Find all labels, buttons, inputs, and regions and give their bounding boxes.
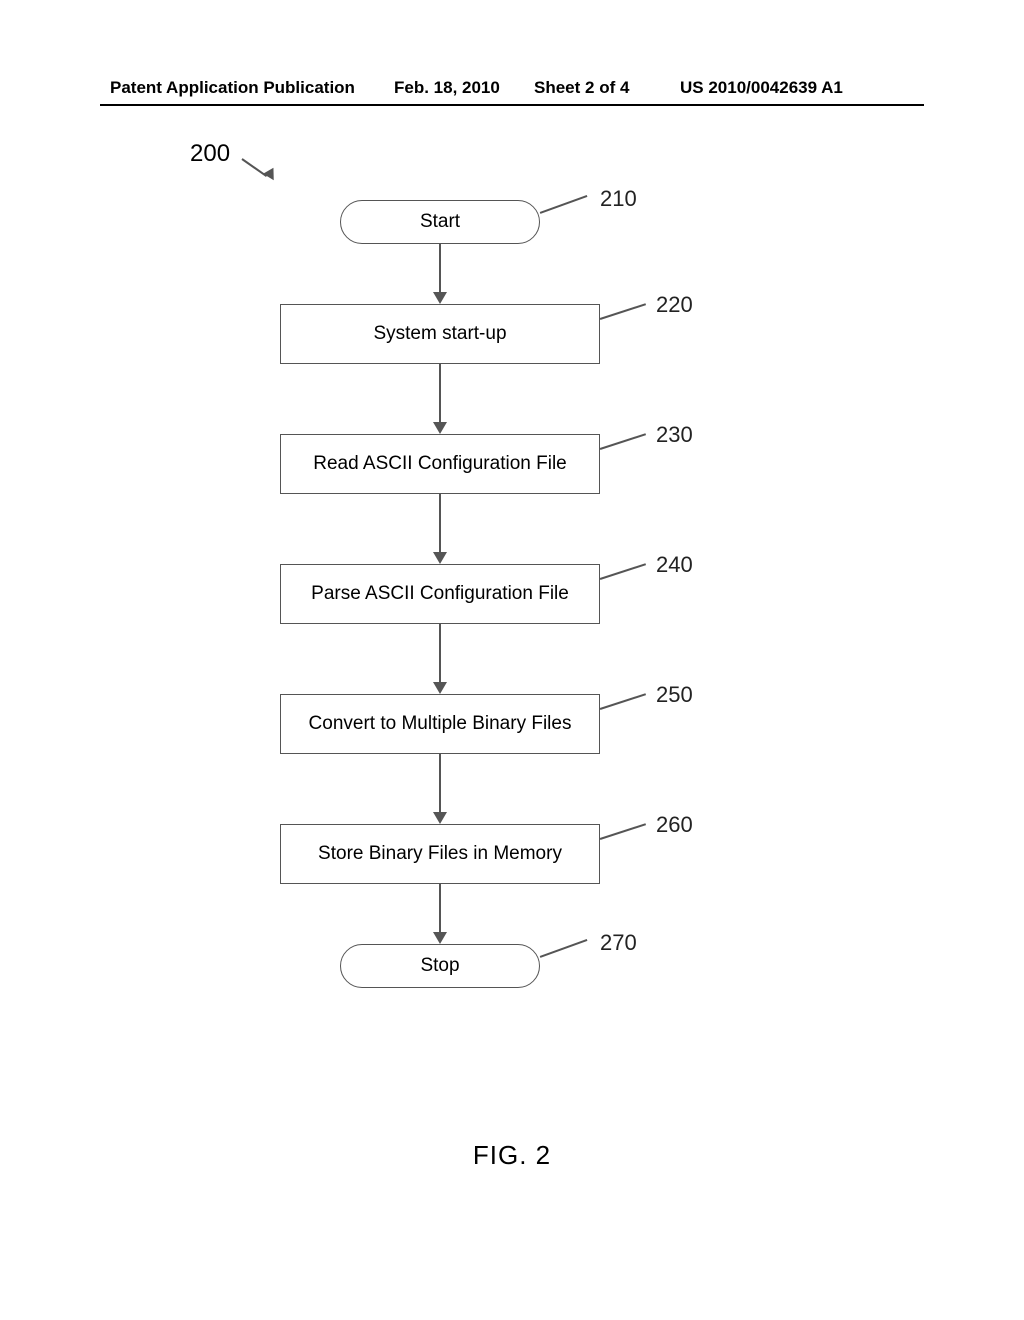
step-label: Convert to Multiple Binary Files <box>309 713 572 735</box>
step-convert-binary: Convert to Multiple Binary Files <box>280 694 600 754</box>
sheet-number: Sheet 2 of 4 <box>534 78 629 98</box>
connector <box>439 494 441 554</box>
figure-title: FIG. 2 <box>0 1140 1024 1171</box>
callout-leader <box>600 563 646 579</box>
step-stop: Stop <box>340 944 540 988</box>
step-label: Store Binary Files in Memory <box>318 843 562 865</box>
connector <box>439 624 441 684</box>
callout-ref: 240 <box>656 552 693 578</box>
callout-ref: 250 <box>656 682 693 708</box>
step-label: Parse ASCII Configuration File <box>311 583 569 605</box>
publication-date: Feb. 18, 2010 <box>394 78 500 98</box>
step-parse-config: Parse ASCII Configuration File <box>280 564 600 624</box>
step-store-memory: Store Binary Files in Memory <box>280 824 600 884</box>
arrowhead-icon <box>433 552 447 564</box>
connector <box>439 364 441 424</box>
step-label: Start <box>420 211 460 233</box>
flowchart: 200 Start 210 System start-up 220 Read A… <box>180 140 820 1040</box>
step-read-config: Read ASCII Configuration File <box>280 434 600 494</box>
diagram-ref-arrowhead-icon <box>263 168 279 184</box>
arrowhead-icon <box>433 422 447 434</box>
callout-leader <box>600 693 646 709</box>
callout-ref: 260 <box>656 812 693 838</box>
step-label: Stop <box>420 955 459 977</box>
callout-ref: 210 <box>600 186 637 212</box>
callout-leader <box>540 939 587 958</box>
callout-ref: 220 <box>656 292 693 318</box>
step-start: Start <box>340 200 540 244</box>
callout-ref: 270 <box>600 930 637 956</box>
callout-leader <box>600 303 646 319</box>
callout-leader <box>540 195 587 214</box>
connector <box>439 884 441 934</box>
patent-page: Patent Application Publication Feb. 18, … <box>0 0 1024 1320</box>
callout-ref: 230 <box>656 422 693 448</box>
callout-leader <box>600 823 646 839</box>
callout-leader <box>600 433 646 449</box>
step-label: System start-up <box>373 323 506 345</box>
arrowhead-icon <box>433 932 447 944</box>
arrowhead-icon <box>433 812 447 824</box>
header-rule <box>100 104 924 106</box>
publication-label: Patent Application Publication <box>110 78 355 98</box>
connector <box>439 244 441 294</box>
arrowhead-icon <box>433 682 447 694</box>
diagram-ref-number: 200 <box>190 140 230 168</box>
publication-number: US 2010/0042639 A1 <box>680 78 843 98</box>
arrowhead-icon <box>433 292 447 304</box>
step-label: Read ASCII Configuration File <box>313 453 566 475</box>
connector <box>439 754 441 814</box>
step-system-startup: System start-up <box>280 304 600 364</box>
